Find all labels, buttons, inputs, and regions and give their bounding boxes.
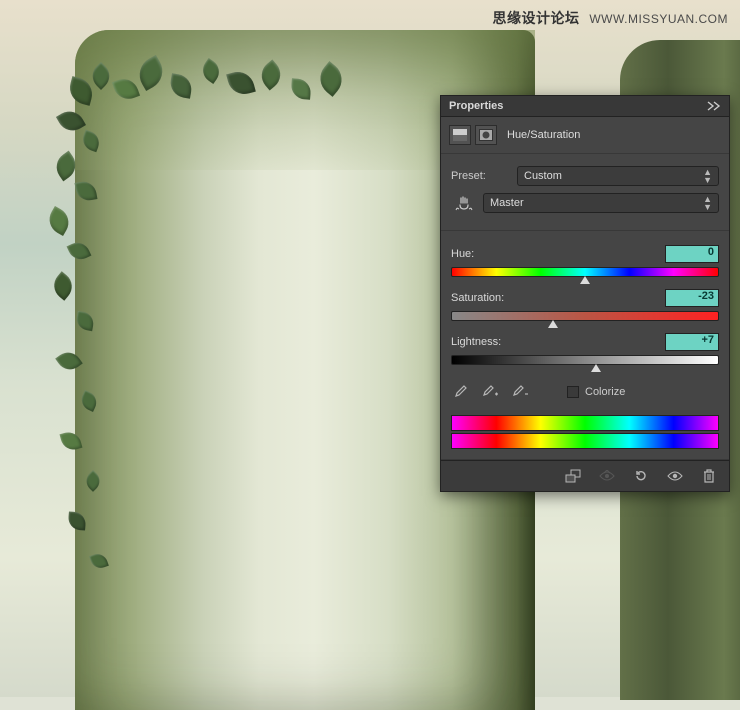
hue-label: Hue: bbox=[451, 248, 474, 260]
preset-dropdown[interactable]: Custom ▲▼ bbox=[517, 166, 719, 186]
saturation-slider-block: Saturation: -23 bbox=[451, 289, 719, 321]
adjustment-type-row: Hue/Saturation bbox=[441, 117, 729, 154]
watermark: 思缘设计论坛 WWW.MISSYUAN.COM bbox=[492, 8, 728, 28]
lightness-label: Lightness: bbox=[451, 336, 501, 348]
collapse-icon[interactable] bbox=[707, 101, 721, 111]
hsl-adjustment-icon[interactable] bbox=[449, 125, 471, 145]
lightness-thumb[interactable] bbox=[591, 364, 601, 372]
watermark-en: WWW.MISSYUAN.COM bbox=[589, 12, 728, 26]
layer-mask-icon[interactable] bbox=[475, 125, 497, 145]
hand-scrubby-icon[interactable] bbox=[451, 192, 477, 214]
channel-dropdown[interactable]: Master ▲▼ bbox=[483, 193, 719, 213]
panel-title: Properties bbox=[449, 100, 503, 112]
hue-thumb[interactable] bbox=[580, 276, 590, 284]
lightness-slider-block: Lightness: +7 bbox=[451, 333, 719, 365]
sliders-section: Hue: 0 Saturation: -23 Lightness: +7 bbox=[441, 231, 729, 460]
eyedropper-minus-icon[interactable] bbox=[511, 383, 529, 401]
hue-slider-block: Hue: 0 bbox=[451, 245, 719, 277]
preset-section: Preset: Custom ▲▼ Master ▲▼ bbox=[441, 154, 729, 231]
view-previous-icon[interactable] bbox=[597, 467, 617, 485]
watermark-cn: 思缘设计论坛 bbox=[492, 10, 579, 26]
spectrum-bar bbox=[451, 415, 719, 431]
properties-panel: Properties Hue/Saturation Preset: Custom… bbox=[440, 95, 730, 492]
checkbox-icon bbox=[567, 386, 579, 398]
saturation-label: Saturation: bbox=[451, 292, 504, 304]
saturation-slider[interactable] bbox=[451, 311, 719, 321]
lightness-slider[interactable] bbox=[451, 355, 719, 365]
saturation-thumb[interactable] bbox=[548, 320, 558, 328]
panel-footer bbox=[441, 460, 729, 491]
clip-to-layer-icon[interactable] bbox=[563, 467, 583, 485]
trash-icon[interactable] bbox=[699, 467, 719, 485]
preset-value: Custom bbox=[524, 170, 562, 182]
adjustment-label: Hue/Saturation bbox=[507, 129, 580, 141]
eyedropper-row: Colorize bbox=[451, 377, 719, 409]
reset-icon[interactable] bbox=[631, 467, 651, 485]
colorize-checkbox[interactable]: Colorize bbox=[567, 386, 625, 398]
hue-slider[interactable] bbox=[451, 267, 719, 277]
chevron-updown-icon: ▲▼ bbox=[703, 168, 712, 184]
eyedropper-icon[interactable] bbox=[451, 383, 469, 401]
channel-value: Master bbox=[490, 197, 524, 209]
panel-header[interactable]: Properties bbox=[441, 96, 729, 117]
spectrum-bar-shifted bbox=[451, 433, 719, 449]
chevron-updown-icon: ▲▼ bbox=[703, 195, 712, 211]
hue-input[interactable]: 0 bbox=[665, 245, 719, 263]
saturation-input[interactable]: -23 bbox=[665, 289, 719, 307]
colorize-label: Colorize bbox=[585, 386, 625, 398]
visibility-icon[interactable] bbox=[665, 467, 685, 485]
lightness-input[interactable]: +7 bbox=[665, 333, 719, 351]
eyedropper-plus-icon[interactable] bbox=[481, 383, 499, 401]
preset-label: Preset: bbox=[451, 170, 511, 182]
